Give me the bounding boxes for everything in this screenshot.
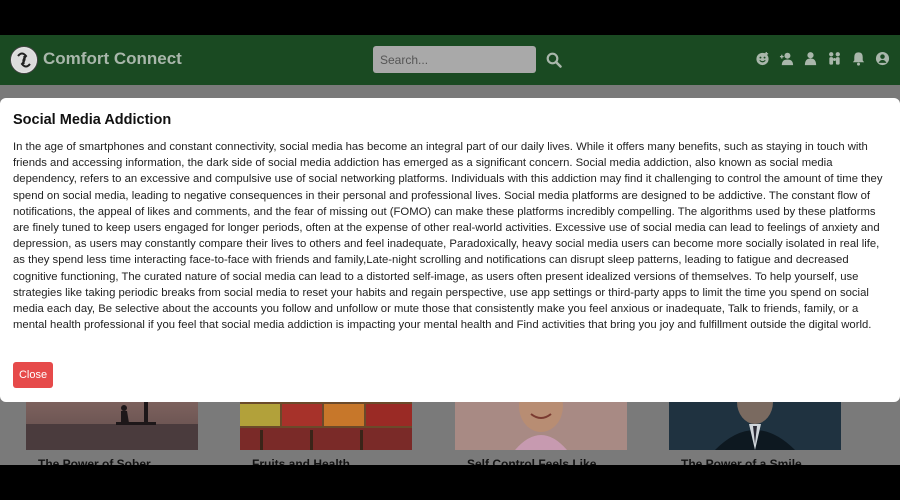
card-title[interactable]: The Power of a Smile: [681, 457, 802, 465]
add-friend-icon[interactable]: [779, 51, 794, 66]
logo-icon[interactable]: [10, 46, 38, 74]
navbar: Comfort Connect: [0, 35, 900, 85]
letterbox-bottom: [0, 465, 900, 500]
modal-body: In the age of smartphones and constant c…: [13, 141, 883, 332]
nav-icon-group: [755, 51, 890, 66]
notifications-icon[interactable]: [851, 51, 866, 66]
community-icon[interactable]: [827, 51, 842, 66]
profile-icon[interactable]: [803, 51, 818, 66]
search-input[interactable]: [373, 46, 536, 73]
account-icon[interactable]: [875, 51, 890, 66]
close-button[interactable]: Close: [13, 362, 53, 388]
modal-title: Social Media Addiction: [13, 112, 172, 128]
letterbox-top: [0, 0, 900, 35]
article-modal: Social Media Addiction In the age of sma…: [0, 98, 900, 402]
brand-name[interactable]: Comfort Connect: [43, 49, 182, 69]
emoji-icon[interactable]: [755, 51, 770, 66]
card-title[interactable]: Self Control Feels Like: [467, 457, 596, 465]
card-title[interactable]: The Power of Sober: [38, 457, 151, 465]
search-icon[interactable]: [546, 52, 562, 68]
card-title[interactable]: Fruits and Health: [252, 457, 350, 465]
